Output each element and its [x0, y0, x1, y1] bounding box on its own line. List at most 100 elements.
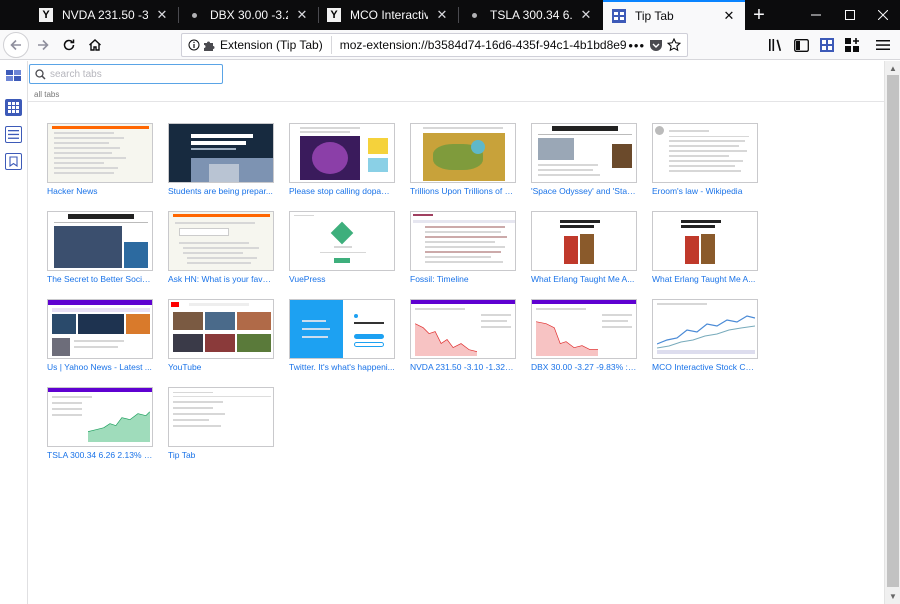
- window-close-icon[interactable]: [866, 0, 900, 30]
- tab-card[interactable]: The Secret to Better Social...: [47, 211, 153, 284]
- tab-card[interactable]: Students are being prepar...: [168, 123, 274, 196]
- tab-nvda[interactable]: Y NVDA 231.50 -3.10 -1.32% ✕: [30, 0, 178, 30]
- tab-card[interactable]: What Erlang Taught Me A...: [531, 211, 637, 284]
- tab-card[interactable]: YouTube: [168, 299, 274, 372]
- tiptab-toolbar-icon[interactable]: [815, 33, 839, 57]
- url-text[interactable]: moz-extension://b3584d74-16d6-435f-94c1-…: [340, 38, 629, 52]
- tab-tiptab[interactable]: Tip Tab ✕: [603, 0, 745, 30]
- tab-thumbnail[interactable]: [168, 123, 274, 183]
- close-icon[interactable]: ✕: [721, 8, 737, 24]
- tab-thumbnail[interactable]: [289, 299, 395, 359]
- bookmark-icon[interactable]: [5, 153, 22, 170]
- tab-card-title[interactable]: Students are being prepar...: [168, 186, 274, 196]
- tab-thumbnail[interactable]: [652, 211, 758, 271]
- tab-card[interactable]: Trillions Upon Trillions of V...: [410, 123, 516, 196]
- library-icon[interactable]: [764, 33, 788, 57]
- tab-card[interactable]: DBX 30.00 -3.27 -9.83% : ...: [531, 299, 637, 372]
- scrollbar[interactable]: ▲ ▼: [884, 61, 900, 604]
- page-actions-icon[interactable]: •••: [628, 38, 645, 53]
- minimize-icon[interactable]: [799, 0, 833, 30]
- tab-card-title[interactable]: What Erlang Taught Me A...: [652, 274, 758, 284]
- scroll-thumb[interactable]: [887, 75, 899, 587]
- search-input[interactable]: [50, 68, 215, 80]
- url-bar[interactable]: Extension (Tip Tab) moz-extension://b358…: [181, 33, 688, 57]
- new-tab-button[interactable]: +: [746, 0, 772, 30]
- tab-card[interactable]: Us | Yahoo News - Latest ...: [47, 299, 153, 372]
- back-icon[interactable]: [3, 32, 29, 58]
- tab-card-title[interactable]: TSLA 300.34 6.26 2.13% : T...: [47, 450, 153, 460]
- close-icon[interactable]: ✕: [294, 7, 310, 23]
- tab-thumbnail[interactable]: [47, 299, 153, 359]
- reload-icon[interactable]: [57, 33, 81, 57]
- tab-card[interactable]: MCO Interactive Stock Cha...: [652, 299, 758, 372]
- tab-thumbnail[interactable]: [652, 123, 758, 183]
- list-view-icon[interactable]: [5, 126, 22, 143]
- tab-mco[interactable]: Y MCO Interactive Stock Chart ✕: [318, 0, 458, 30]
- tab-card[interactable]: Tip Tab: [168, 387, 274, 460]
- tab-thumbnail[interactable]: [652, 299, 758, 359]
- tab-tsla[interactable]: TSLA 300.34 6.26 2.13% ✕: [458, 0, 602, 30]
- tab-card[interactable]: Please stop calling dopami...: [289, 123, 395, 196]
- tab-card-title[interactable]: Please stop calling dopami...: [289, 186, 395, 196]
- tab-card-title[interactable]: VuePress: [289, 274, 395, 284]
- tab-card-title[interactable]: The Secret to Better Social...: [47, 274, 153, 284]
- tab-card[interactable]: Twitter. It's what's happeni...: [289, 299, 395, 372]
- tab-card-title[interactable]: DBX 30.00 -3.27 -9.83% : ...: [531, 362, 637, 372]
- grid-view-icon[interactable]: [5, 99, 22, 116]
- tab-thumbnail[interactable]: [410, 299, 516, 359]
- tab-thumbnail[interactable]: [289, 123, 395, 183]
- search-box[interactable]: [29, 64, 223, 84]
- forward-icon[interactable]: [31, 33, 55, 57]
- tab-card[interactable]: Eroom's law - Wikipedia: [652, 123, 758, 196]
- tab-card-title[interactable]: Eroom's law - Wikipedia: [652, 186, 758, 196]
- tab-card[interactable]: TSLA 300.34 6.26 2.13% : T...: [47, 387, 153, 460]
- close-icon[interactable]: ✕: [154, 7, 170, 23]
- tab-card[interactable]: What Erlang Taught Me A...: [652, 211, 758, 284]
- tab-card[interactable]: VuePress: [289, 211, 395, 284]
- extensions-icon[interactable]: [840, 33, 864, 57]
- tab-thumbnail[interactable]: [531, 211, 637, 271]
- all-tabs-heading: all tabs: [34, 90, 60, 99]
- tab-thumbnail[interactable]: [168, 211, 274, 271]
- tab-card-title[interactable]: MCO Interactive Stock Cha...: [652, 362, 758, 372]
- tab-card[interactable]: NVDA 231.50 -3.10 -1.32% ...: [410, 299, 516, 372]
- maximize-icon[interactable]: [833, 0, 867, 30]
- tab-thumbnail[interactable]: [47, 123, 153, 183]
- site-identity[interactable]: Extension (Tip Tab): [182, 36, 332, 54]
- tab-thumbnail[interactable]: [531, 123, 637, 183]
- tab-thumbnail[interactable]: [289, 211, 395, 271]
- tab-card-title[interactable]: Us | Yahoo News - Latest ...: [47, 362, 153, 372]
- tab-card-title[interactable]: 'Space Odyssey' and 'Stanl...: [531, 186, 637, 196]
- scroll-up-icon[interactable]: ▲: [885, 62, 900, 74]
- tab-thumbnail[interactable]: [168, 299, 274, 359]
- tab-thumbnail[interactable]: [47, 211, 153, 271]
- sidebar-toggle-icon[interactable]: [789, 33, 813, 57]
- tab-card-title[interactable]: Trillions Upon Trillions of V...: [410, 186, 516, 196]
- scroll-down-icon[interactable]: ▼: [885, 590, 900, 602]
- tab-card-title[interactable]: Ask HN: What is your favo...: [168, 274, 274, 284]
- star-icon[interactable]: [667, 38, 681, 52]
- tab-card[interactable]: Fossil: Timeline: [410, 211, 516, 284]
- menu-icon[interactable]: [871, 33, 895, 57]
- tab-card[interactable]: 'Space Odyssey' and 'Stanl...: [531, 123, 637, 196]
- home-icon[interactable]: [83, 33, 107, 57]
- tab-thumbnail[interactable]: [168, 387, 274, 447]
- tab-card[interactable]: Hacker News: [47, 123, 153, 196]
- tab-dbx[interactable]: DBX 30.00 -3.27 -9.83% ✕: [178, 0, 318, 30]
- tab-card-title[interactable]: Fossil: Timeline: [410, 274, 516, 284]
- tab-card-title[interactable]: YouTube: [168, 362, 274, 372]
- tab-card-title[interactable]: Tip Tab: [168, 450, 274, 460]
- tab-thumbnail[interactable]: [410, 123, 516, 183]
- tab-card[interactable]: Ask HN: What is your favo...: [168, 211, 274, 284]
- tab-card-title[interactable]: Twitter. It's what's happeni...: [289, 362, 395, 372]
- close-icon[interactable]: ✕: [578, 7, 594, 23]
- tab-card-title[interactable]: What Erlang Taught Me A...: [531, 274, 637, 284]
- pocket-icon[interactable]: [649, 39, 663, 52]
- close-icon[interactable]: ✕: [434, 7, 450, 23]
- tab-thumbnail[interactable]: [47, 387, 153, 447]
- tab-thumbnail[interactable]: [410, 211, 516, 271]
- tab-card-title[interactable]: NVDA 231.50 -3.10 -1.32% ...: [410, 362, 516, 372]
- tab-thumbnail[interactable]: [531, 299, 637, 359]
- info-icon: [188, 39, 200, 51]
- tab-card-title[interactable]: Hacker News: [47, 186, 153, 196]
